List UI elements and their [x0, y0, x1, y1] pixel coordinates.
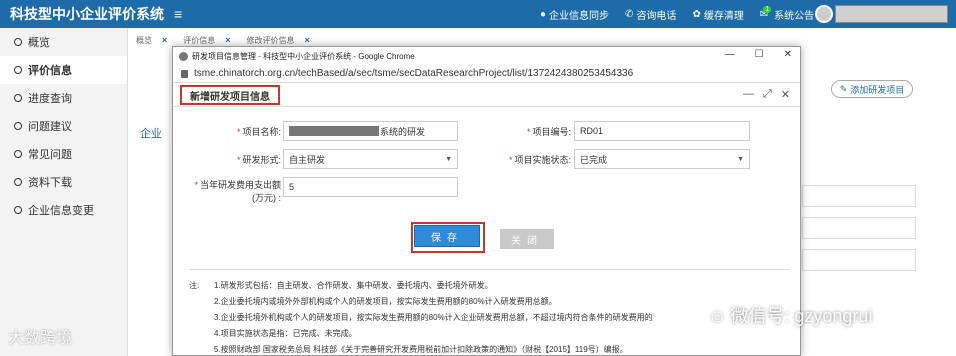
top-menu: ● 企业信息同步 ✆ 咨询电话 ✿ 缓存清理 ✉ 1 系统公告	[540, 0, 814, 28]
section-label: 企业	[140, 128, 162, 140]
browser-titlebar: 研发项目信息管理 - 科技型中小企业评价系统 - Google Chrome —…	[173, 47, 800, 65]
note-item: 1.研发形式包括：自主研发、合作研发、集中研发、委托境内、委托境外研发。	[214, 281, 493, 290]
project-name-input[interactable]: 系统的研发	[283, 121, 458, 141]
minimize-icon[interactable]: —	[725, 49, 735, 60]
app-title: 科技型中小企业评价系统	[10, 6, 164, 22]
circle-icon	[14, 94, 22, 102]
save-button[interactable]: 保存	[414, 225, 480, 247]
sidebar-item-evaluation[interactable]: 评价信息	[0, 56, 127, 84]
notice-menu[interactable]: ✉ 1 系统公告	[760, 5, 814, 22]
wechat-icon: ☺	[708, 306, 727, 326]
browser-window: 研发项目信息管理 - 科技型中小企业评价系统 - Google Chrome —…	[172, 46, 801, 356]
close-icon[interactable]: ×	[225, 35, 230, 45]
dialog-header: 新增研发项目信息 — ⤢ ✕	[173, 83, 800, 107]
expense-input[interactable]: 5	[283, 177, 458, 197]
watermark-left: 大数跨境	[8, 330, 73, 347]
edit-icon: ✎	[839, 83, 848, 94]
circle-icon	[14, 206, 22, 214]
watermark-right: ☺ 微信号: gzyongrui	[708, 306, 873, 326]
sidebar-item-overview[interactable]: 概览	[0, 28, 127, 56]
redacted-text	[289, 126, 379, 136]
circle-icon	[14, 122, 22, 130]
refresh-icon: ✿	[692, 8, 701, 20]
project-name-label: * 项目名称:	[236, 127, 281, 137]
close-button[interactable]: 关闭	[500, 229, 554, 249]
clear-cache-menu[interactable]: ✿ 缓存清理	[692, 7, 743, 22]
tab-evaluation[interactable]: 评价信息 ×	[175, 33, 238, 47]
add-project-button[interactable]: ✎ 添加研发项目	[831, 80, 913, 98]
minimize-icon[interactable]: —	[743, 88, 754, 101]
window-controls: — ☐ ✕	[725, 49, 792, 60]
avatar[interactable]	[815, 5, 833, 23]
close-icon[interactable]: ×	[305, 35, 310, 45]
favicon-icon	[179, 51, 188, 61]
tab-edit-evaluation[interactable]: 修改评价信息 ×	[239, 33, 318, 47]
circle-icon	[14, 38, 22, 46]
expense-label: * 当年研发费用支出额 (万元) :	[194, 180, 281, 203]
status-label: * 项目实施状态:	[508, 155, 571, 165]
bg-field	[802, 217, 916, 239]
note-item: 2.企业委托境内或境外外部机构或个人的研发项目，按实际发生费用额的80%计入研发…	[214, 297, 557, 306]
maximize-icon[interactable]: ⤢	[763, 88, 772, 101]
maximize-icon[interactable]: ☐	[755, 49, 764, 60]
circle-icon	[14, 178, 22, 186]
notes-prefix: 注:	[189, 281, 200, 290]
research-form-select[interactable]: 自主研发 ▼	[283, 149, 458, 169]
sidebar-item-faq[interactable]: 常见问题	[0, 140, 127, 168]
research-form-label: * 研发形式:	[236, 155, 281, 165]
top-bar: 科技型中小企业评价系统 ≡ ● 企业信息同步 ✆ 咨询电话 ✿ 缓存清理 ✉ 1 系统公告	[0, 0, 956, 28]
sidebar: 概览 评价信息 进度查询 问题建议 常见问题 资料下载 企业信息变更	[0, 28, 128, 356]
notice-badge: 1	[763, 5, 772, 13]
project-form: * 项目名称: 系统的研发 * 项目编号: RD01 * 研发形式: 自主研发 ▼ * 项…	[173, 107, 800, 247]
note-item: 4.项目实施状态是指：已完成、未完成。	[214, 329, 357, 338]
lock-icon	[181, 69, 188, 78]
user-name-redacted[interactable]	[835, 5, 948, 23]
project-no-input[interactable]: RD01	[574, 121, 750, 141]
chevron-down-icon: ▼	[737, 155, 744, 163]
sidebar-item-feedback[interactable]: 问题建议	[0, 112, 127, 140]
tab-overview[interactable]: 概览 ×	[128, 33, 175, 47]
dialog-title: 新增研发项目信息	[180, 85, 280, 105]
address-bar[interactable]: tsme.chinatorch.org.cn/techBased/a/sec/t…	[173, 65, 800, 83]
bg-field	[802, 185, 916, 207]
status-select[interactable]: 已完成 ▼	[574, 149, 750, 169]
sidebar-item-progress[interactable]: 进度查询	[0, 84, 127, 112]
menu-toggle-icon[interactable]: ≡	[174, 6, 182, 22]
close-icon[interactable]: ✕	[784, 49, 792, 60]
bg-field	[802, 249, 916, 271]
sidebar-item-downloads[interactable]: 资料下载	[0, 168, 127, 196]
circle-icon	[14, 66, 22, 74]
sidebar-item-company-change[interactable]: 企业信息变更	[0, 196, 127, 224]
close-icon[interactable]: ×	[162, 35, 167, 45]
phone-icon: ✆	[625, 8, 634, 20]
user-icon: ●	[540, 8, 547, 20]
dialog-controls: — ⤢ ✕	[743, 88, 790, 101]
tab-bar: 概览 × 评价信息 × 修改评价信息 ×	[128, 33, 318, 47]
close-icon[interactable]: ✕	[781, 88, 790, 101]
project-no-label: * 项目编号:	[526, 127, 571, 137]
note-item: 3.企业委托境外机构或个人的研发项目，按实际发生费用额的80%计入企业研发费用总…	[214, 313, 653, 322]
chevron-down-icon: ▼	[445, 155, 452, 163]
hotline-menu[interactable]: ✆ 咨询电话	[625, 7, 676, 22]
note-item: 5.按照财政部 国家税务总局 科技部《关于完善研究开发费用税前加计扣除政策的通知…	[214, 345, 628, 354]
notes-section: 注: 1.研发形式包括：自主研发、合作研发、集中研发、委托境内、委托境外研发。 2…	[189, 269, 789, 356]
circle-icon	[14, 150, 22, 158]
sync-menu[interactable]: ● 企业信息同步	[540, 7, 609, 22]
